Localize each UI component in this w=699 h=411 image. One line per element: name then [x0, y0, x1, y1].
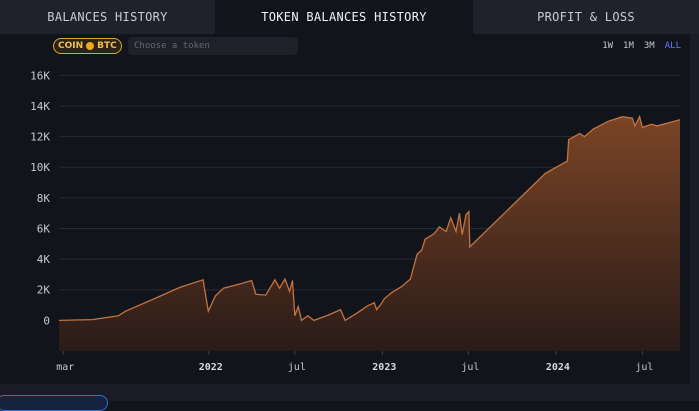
x-tick-label: 2022 — [199, 362, 223, 373]
y-tick-label: 4K — [37, 253, 51, 266]
x-tick-label: jul — [635, 362, 653, 373]
x-tick-label: 2023 — [372, 362, 396, 373]
tab-balances-history[interactable]: BALANCES HISTORY — [0, 0, 215, 34]
x-tick-label: mar — [56, 362, 74, 373]
y-tick-label: 14K — [30, 100, 50, 113]
tab-bar: BALANCES HISTORY TOKEN BALANCES HISTORY … — [0, 0, 699, 34]
toggle-label-btc: BTC — [97, 41, 117, 51]
time-range-selector: 1W 1M 3M ALL — [602, 41, 681, 51]
tab-profit-and-loss[interactable]: PROFIT & LOSS — [473, 0, 699, 34]
scrollbar-track[interactable] — [690, 34, 699, 384]
bottom-button[interactable] — [0, 395, 108, 411]
range-3m-button[interactable]: 3M — [644, 41, 655, 51]
range-all-button[interactable]: ALL — [665, 41, 681, 51]
x-tick-label: jul — [288, 362, 306, 373]
y-tick-label: 2K — [37, 284, 51, 297]
y-tick-label: 10K — [30, 161, 50, 174]
range-1w-button[interactable]: 1W — [602, 41, 613, 51]
y-tick-label: 0 — [43, 314, 50, 327]
balance-area-chart: 0 2K 4K 6K 8K 10K 12K 14K 16K mar 2022 jul 2023 jul 2… — [30, 69, 681, 373]
toggle-label-coin: COIN — [58, 41, 84, 51]
y-tick-label: 12K — [30, 131, 50, 144]
range-1m-button[interactable]: 1M — [623, 41, 634, 51]
tab-token-balances-history[interactable]: TOKEN BALANCES HISTORY — [215, 0, 473, 34]
toggle-knob-icon — [86, 42, 95, 50]
y-tick-label: 16K — [30, 69, 50, 82]
balance-area — [59, 116, 680, 351]
y-tick-label: 8K — [37, 192, 51, 205]
x-tick-label: 2024 — [546, 362, 570, 373]
x-tick-label: jul — [461, 362, 479, 373]
token-search-input[interactable] — [128, 37, 298, 55]
y-tick-label: 6K — [37, 222, 51, 235]
y-axis: 0 2K 4K 6K 8K 10K 12K 14K 16K — [30, 69, 50, 327]
x-axis: mar 2022 jul 2023 jul 2024 jul — [56, 351, 653, 373]
coin-btc-toggle[interactable]: COIN BTC — [53, 38, 122, 54]
